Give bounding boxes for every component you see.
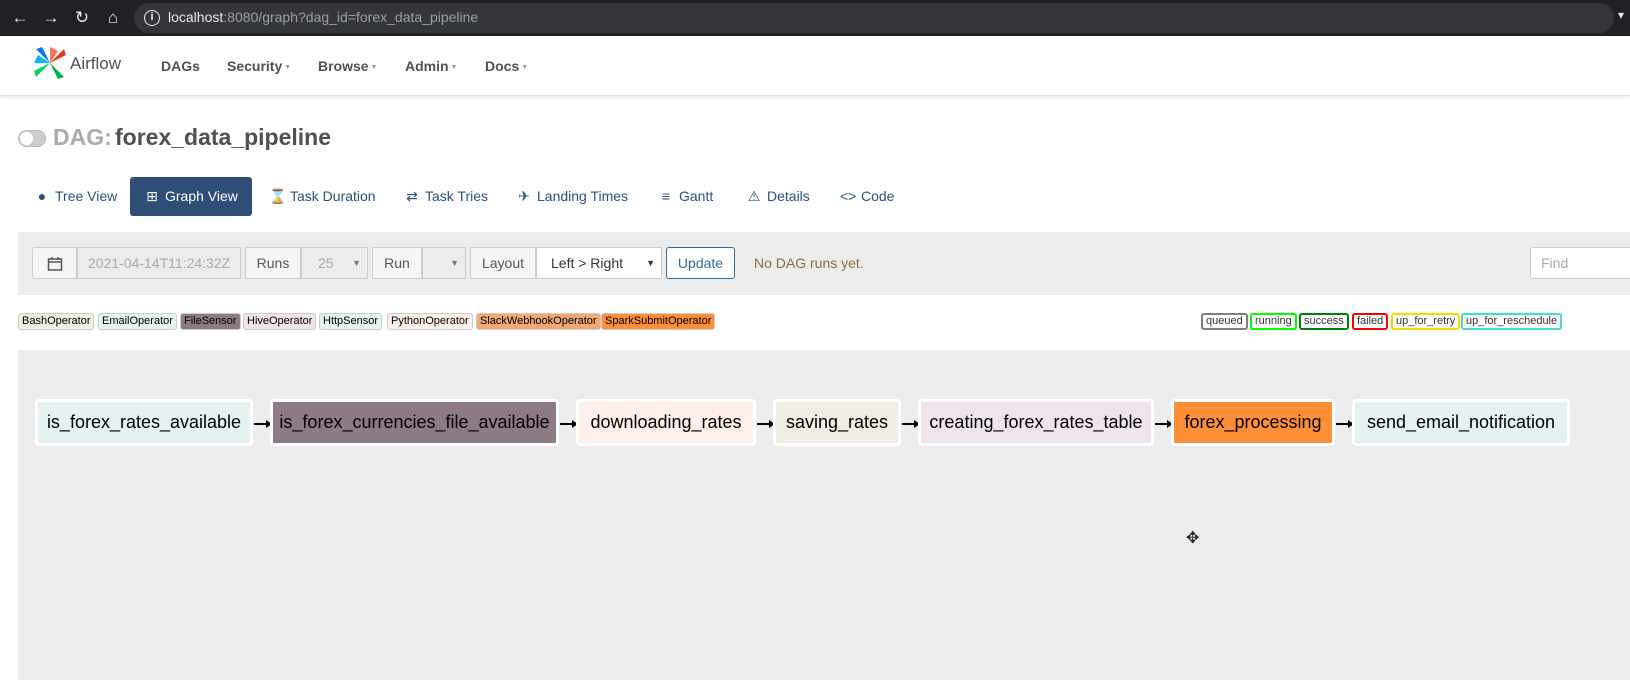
top-navbar: Airflow DAGs Security ▼ Browse ▼ Admin ▼ Do… <box>0 36 1630 96</box>
dag-label: DAG: <box>53 124 112 150</box>
legend-http-sensor: HttpSensor <box>319 313 383 330</box>
pause-toggle[interactable] <box>18 130 46 147</box>
tab-graph-view[interactable]: ⊞ Graph View <box>130 177 252 216</box>
task-node[interactable]: is_forex_currencies_file_available <box>270 399 559 446</box>
caret-down-icon: ▼ <box>370 63 378 71</box>
dag-graph[interactable]: is_forex_rates_available is_forex_curren… <box>18 350 1630 680</box>
legend-slack-webhook-operator: SlackWebhookOperator <box>476 313 601 330</box>
edge-arrow <box>1336 420 1354 428</box>
task-node[interactable]: creating_forex_rates_table <box>918 399 1154 446</box>
edge-arrow <box>254 420 272 428</box>
airflow-logo[interactable]: Airflow <box>32 45 132 85</box>
runs-label: Runs <box>245 247 301 279</box>
edge-arrow <box>757 420 775 428</box>
base-date-input[interactable]: 2021-04-14T11:24:32Z <box>77 247 241 279</box>
back-icon[interactable]: ← <box>8 6 32 30</box>
legend-file-sensor: FileSensor <box>180 313 241 330</box>
warning-icon: ⚠ <box>747 188 761 204</box>
state-running[interactable]: running <box>1250 313 1297 330</box>
legend-python-operator: PythonOperator <box>387 313 473 330</box>
caret-down-icon: ▼ <box>450 63 458 71</box>
chevron-down-icon: ▼ <box>352 258 361 268</box>
status-message: No DAG runs yet. <box>754 255 864 271</box>
calendar-icon[interactable] <box>32 247 77 279</box>
nav-dags[interactable]: DAGs <box>161 58 200 74</box>
tab-task-tries[interactable]: ⇄ Task Tries <box>404 177 488 216</box>
tab-details[interactable]: ⚠ Details <box>746 177 810 216</box>
tab-tree-view[interactable]: ● Tree View <box>34 177 117 216</box>
tab-landing-times[interactable]: ✈ Landing Times <box>516 177 628 216</box>
caret-down-icon: ▼ <box>284 63 292 71</box>
task-node[interactable]: downloading_rates <box>576 399 756 446</box>
chevron-down-icon: ▼ <box>450 258 459 268</box>
layout-label: Layout <box>470 247 536 279</box>
forward-icon[interactable]: → <box>39 6 63 30</box>
tab-task-duration[interactable]: ⌛ Task Duration <box>269 177 376 216</box>
hourglass-icon: ⌛ <box>269 188 287 204</box>
plane-icon: ✈ <box>518 188 530 204</box>
legend-bash-operator: BashOperator <box>18 313 95 330</box>
task-node[interactable]: forex_processing <box>1171 399 1335 446</box>
info-icon[interactable]: i <box>144 10 160 26</box>
home-icon[interactable]: ⌂ <box>101 6 125 30</box>
caret-down-icon: ▼ <box>521 63 529 71</box>
legend-hive-operator: HiveOperator <box>243 313 317 330</box>
retweet-icon: ⇄ <box>406 188 418 204</box>
task-node[interactable]: send_email_notification <box>1352 399 1570 446</box>
run-label: Run <box>372 247 422 279</box>
chevron-down-icon[interactable]: ▾ <box>1618 8 1624 22</box>
reload-icon[interactable]: ↻ <box>70 6 94 30</box>
update-button[interactable]: Update <box>666 247 735 279</box>
graph-controls: 2021-04-14T11:24:32Z Runs 25 ▼ Run ▼ Layo… <box>18 232 1630 295</box>
brand-name: Airflow <box>70 54 122 73</box>
state-success[interactable]: success <box>1299 313 1349 330</box>
task-node[interactable]: is_forex_rates_available <box>35 399 253 446</box>
chevron-down-icon: ▼ <box>646 258 655 268</box>
task-node[interactable]: saving_rates <box>773 399 901 446</box>
tree-icon: ● <box>37 188 47 204</box>
edge-arrow <box>902 420 920 428</box>
legend-spark-submit-operator: SparkSubmitOperator <box>601 313 716 330</box>
state-up-for-retry[interactable]: up_for_retry <box>1391 313 1461 330</box>
layout-select[interactable]: Left > Right ▼ <box>536 247 662 279</box>
tab-code[interactable]: <> Code <box>840 177 894 216</box>
address-bar[interactable]: i localhost:8080/graph?dag_id=forex_data… <box>134 3 1614 33</box>
runs-select[interactable]: 25 ▼ <box>301 247 368 279</box>
legend-email-operator: EmailOperator <box>98 313 177 330</box>
graph-icon: ⊞ <box>146 188 158 204</box>
nav-security[interactable]: Security ▼ <box>227 58 291 74</box>
browser-toolbar: ← → ↻ ⌂ i localhost:8080/graph?dag_id=fo… <box>0 0 1630 36</box>
run-select[interactable]: ▼ <box>422 247 466 279</box>
state-queued[interactable]: queued <box>1201 313 1248 330</box>
code-icon: <> <box>840 188 857 204</box>
align-icon: ≡ <box>661 188 671 204</box>
move-cursor-icon: ✥ <box>1186 530 1200 547</box>
state-failed[interactable]: failed <box>1352 313 1389 330</box>
nav-browse[interactable]: Browse ▼ <box>318 58 378 74</box>
url-text: localhost:8080/graph?dag_id=forex_data_p… <box>168 9 479 25</box>
find-input[interactable]: Find <box>1530 247 1630 279</box>
tab-gantt[interactable]: ≡ Gantt <box>658 177 713 216</box>
nav-admin[interactable]: Admin ▼ <box>405 58 458 74</box>
pinwheel-icon <box>34 47 66 79</box>
nav-docs[interactable]: Docs ▼ <box>485 58 528 74</box>
edge-arrow <box>1155 420 1173 428</box>
edge-arrow <box>560 420 578 428</box>
dag-name: forex_data_pipeline <box>115 124 332 150</box>
state-up-for-reschedule[interactable]: up_for_reschedule <box>1461 313 1563 330</box>
